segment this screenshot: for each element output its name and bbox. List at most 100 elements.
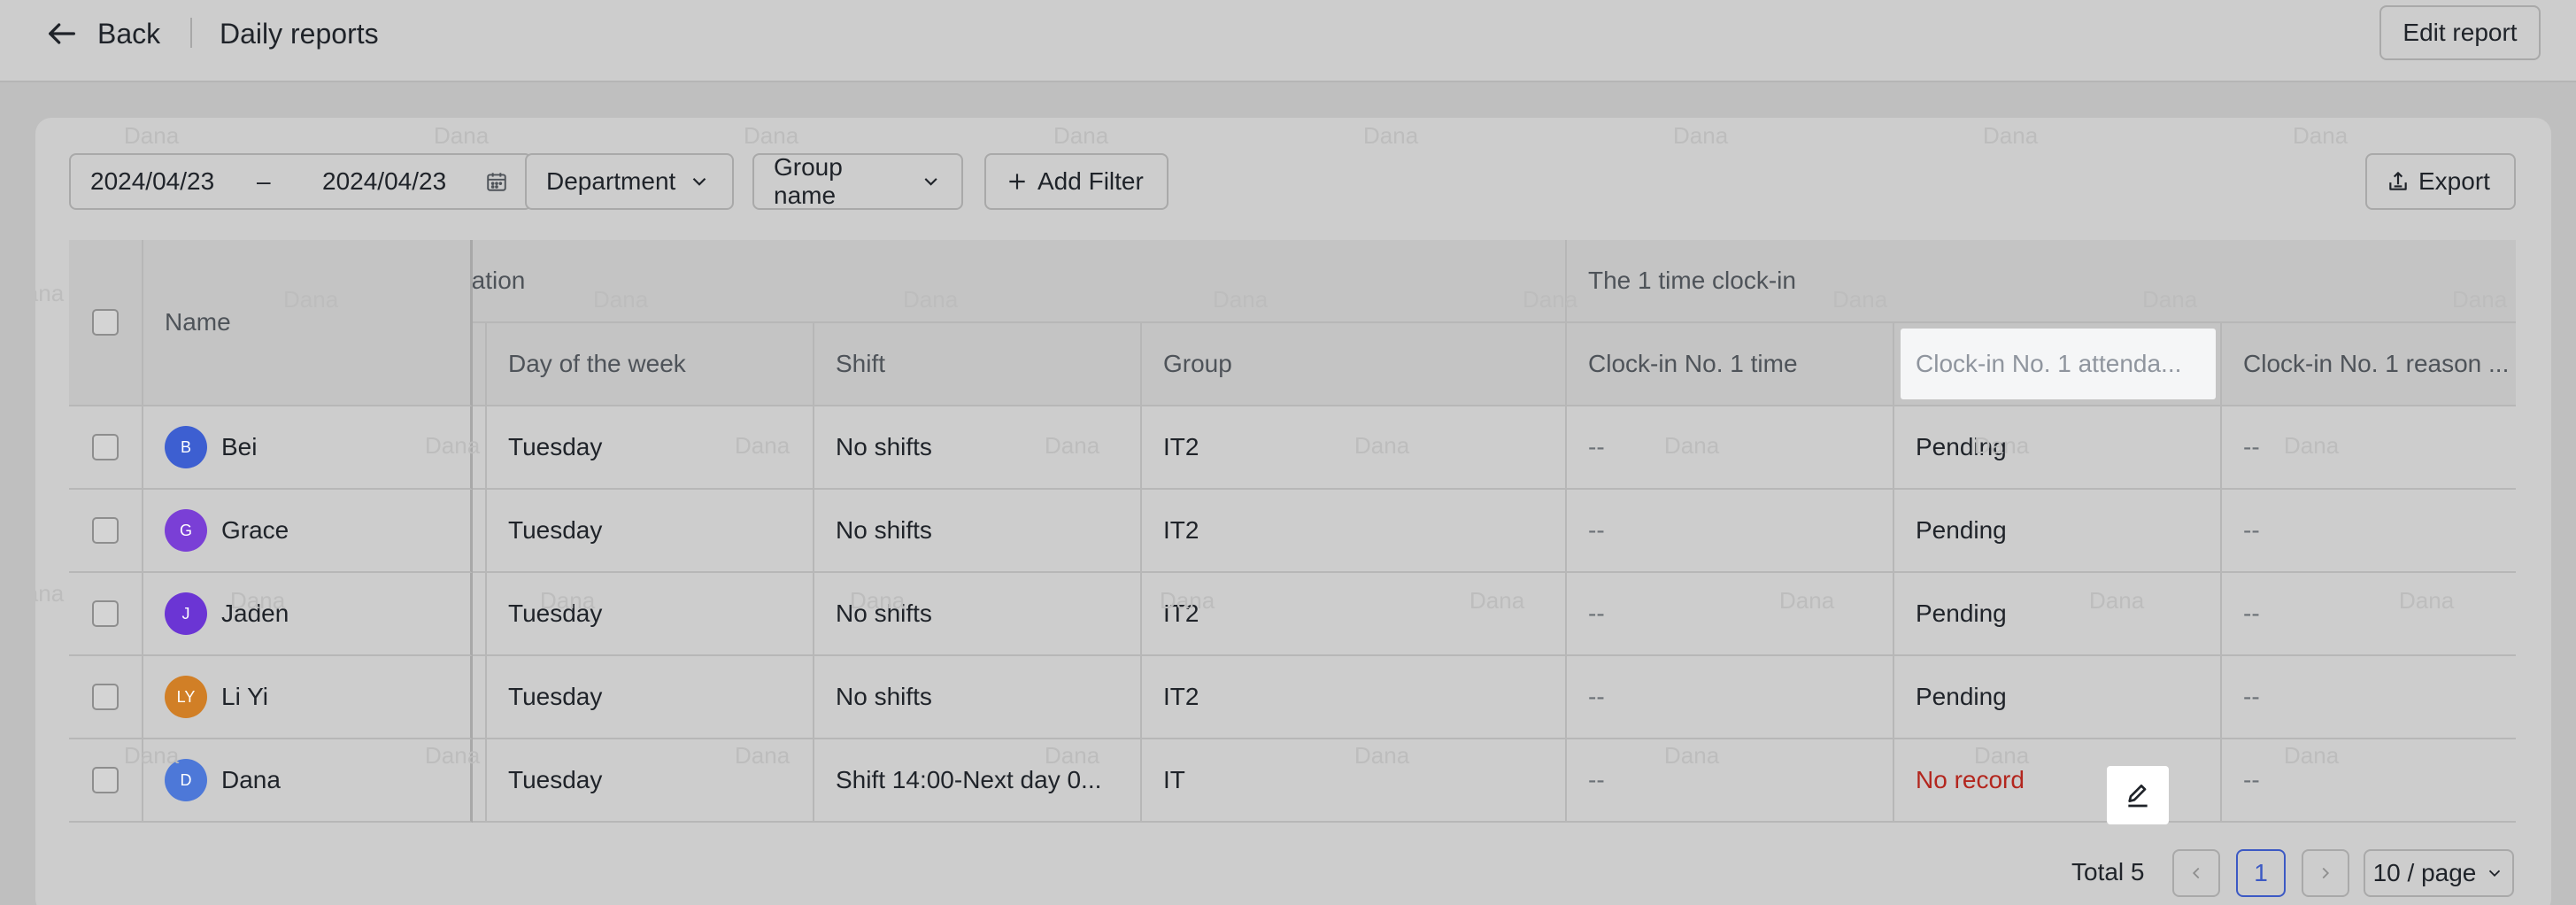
cell-group-text: IT2 [1163, 599, 1199, 627]
cell-group-text: IT2 [1163, 433, 1199, 460]
cell-attendance: Pending [1894, 490, 2222, 573]
cell-group: IT2 [1142, 406, 1567, 490]
date-end[interactable]: 2024/04/23 [322, 167, 446, 196]
header-col-clock-time[interactable]: Clock-in No. 1 time [1567, 323, 1894, 406]
header-col-name-label: Name [165, 308, 231, 336]
attendance-table: rmation The 1 time clock-in Day of the w… [69, 240, 2516, 824]
cell-clock-time-text: -- [1588, 599, 1605, 627]
cell-attendance: Pending [1894, 656, 2222, 739]
row-checkbox[interactable] [92, 434, 119, 460]
cell-shift: Shift 14:00-Next day 0... [814, 739, 1142, 823]
row-checkbox[interactable] [92, 684, 119, 710]
department-label: Department [546, 167, 676, 195]
cell-clock-time-text: -- [1588, 433, 1605, 460]
employee-name[interactable]: Li Yi [221, 683, 268, 711]
watermark-text: Dana [1673, 122, 1729, 149]
cell-attendance-text: No record [1916, 766, 2025, 793]
page-size-label: 10 / page [2372, 859, 2477, 886]
cell-shift: No shifts [814, 490, 1142, 573]
cell-shift-text: No shifts [836, 599, 932, 627]
header-select-all-cell [69, 240, 143, 406]
employee-name[interactable]: Dana [221, 766, 281, 794]
watermark-text: Dana [1053, 122, 1109, 149]
pencil-icon [2128, 785, 2148, 808]
chevron-right-icon [2322, 867, 2330, 879]
chevron-left-icon [2192, 867, 2200, 879]
row-checkbox[interactable] [92, 600, 119, 627]
header-col-group[interactable]: Group [1142, 323, 1567, 406]
cell-day: Tuesday [487, 406, 814, 490]
watermark-text: Dana [35, 280, 65, 306]
department-dropdown[interactable]: Department [525, 153, 734, 210]
header-col-reason[interactable]: Clock-in No. 1 reason ... [2222, 323, 2516, 406]
cell-reason-text: -- [2243, 766, 2260, 793]
watermark-text: Dana [2293, 122, 2348, 149]
cell-name: LY Li Yi [143, 656, 473, 739]
next-page-button[interactable] [2302, 849, 2349, 897]
date-start[interactable]: 2024/04/23 [90, 167, 214, 196]
header-col-shift-label: Shift [836, 350, 886, 377]
cell-checkbox [69, 573, 143, 656]
edit-report-button[interactable]: Edit report [2379, 5, 2541, 60]
cell-name: G Grace [143, 490, 473, 573]
cell-name: J Jaden [143, 573, 473, 656]
avatar: LY [165, 676, 207, 718]
row-checkbox[interactable] [92, 767, 119, 793]
cell-attendance: Pending [1894, 406, 2222, 490]
header-group-info: rmation [443, 240, 1567, 323]
export-button[interactable]: Export [2365, 153, 2516, 210]
add-filter-button[interactable]: Add Filter [984, 153, 1168, 210]
avatar: B [165, 426, 207, 468]
cell-group: IT2 [1142, 656, 1567, 739]
top-bar: Back Daily reports Edit report [0, 0, 2576, 82]
watermark-text: Dana [434, 122, 490, 149]
plus-icon [1009, 174, 1025, 190]
cell-day-text: Tuesday [508, 599, 603, 627]
page-size-select[interactable]: 10 / page [2364, 849, 2514, 897]
row-checkbox[interactable] [92, 517, 119, 544]
date-range-picker[interactable]: 2024/04/23 – 2024/04/23 [69, 153, 532, 210]
cell-group-text: IT2 [1163, 516, 1199, 544]
cell-day: Tuesday [487, 490, 814, 573]
add-filter-label: Add Filter [1037, 167, 1144, 195]
calendar-icon [487, 173, 506, 191]
cell-attendance-text: Pending [1916, 683, 2007, 710]
cell-name: B Bei [143, 406, 473, 490]
group-name-dropdown[interactable]: Group name [752, 153, 963, 210]
prev-page-button[interactable] [2172, 849, 2220, 897]
cell-day: Tuesday [487, 656, 814, 739]
header-col-shift[interactable]: Shift [814, 323, 1142, 406]
cell-checkbox [69, 490, 143, 573]
cell-group: IT2 [1142, 573, 1567, 656]
employee-name[interactable]: Grace [221, 516, 289, 545]
cell-day-text: Tuesday [508, 766, 603, 793]
watermark-text: Dana [1983, 122, 2039, 149]
cell-reason-text: -- [2243, 516, 2260, 544]
edit-cell-button[interactable] [2107, 766, 2169, 824]
chevron-down-icon [924, 178, 937, 186]
header-col-day[interactable]: Day of the week [487, 323, 814, 406]
cell-attendance-text: Pending [1916, 433, 2007, 460]
employee-name[interactable]: Jaden [221, 599, 289, 628]
avatar: G [165, 509, 207, 552]
select-all-checkbox[interactable] [92, 309, 119, 336]
total-count: Total 5 [2071, 858, 2145, 886]
watermark-text: Dana [744, 122, 799, 149]
header-col-name[interactable]: Name [143, 240, 473, 406]
cell-group: IT [1142, 739, 1567, 823]
cell-clock-time-text: -- [1588, 766, 1605, 793]
employee-name[interactable]: Bei [221, 433, 257, 461]
back-button[interactable]: Back [44, 12, 160, 55]
date-separator: – [257, 167, 271, 195]
group-name-label: Group name [774, 153, 843, 209]
cell-shift: No shifts [814, 573, 1142, 656]
cell-shift-text: Shift 14:00-Next day 0... [836, 766, 1102, 793]
header-col-attendance[interactable]: Clock-in No. 1 attenda... [1901, 329, 2216, 399]
report-card: Dana Dana Dana Dana Dana Dana Dana Dana Dana Dana… [35, 118, 2551, 905]
cell-day: Tuesday [487, 739, 814, 823]
cell-shift-text: No shifts [836, 516, 932, 544]
page-button-1[interactable]: 1 [2236, 849, 2286, 897]
avatar: J [165, 592, 207, 635]
cell-checkbox [69, 656, 143, 739]
cell-attendance: No record [1894, 739, 2222, 823]
